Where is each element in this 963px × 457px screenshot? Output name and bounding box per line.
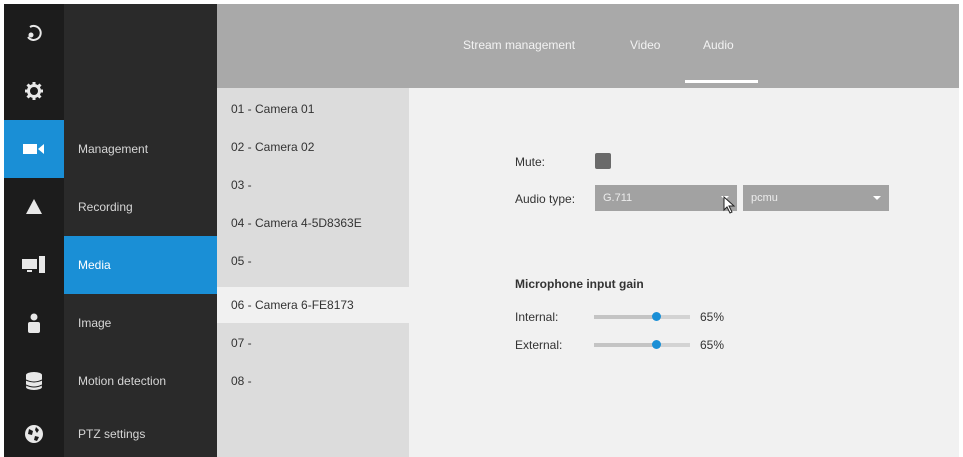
submenu-item-ptz-settings[interactable]: PTZ settings — [64, 410, 217, 457]
submenu-item-label: Image — [78, 316, 112, 330]
camera-item-selected[interactable]: 06 - Camera 6-FE8173 — [217, 287, 409, 323]
app-window: Management Recording Media Image Motion … — [4, 4, 959, 457]
encoding-select[interactable]: pcmu — [743, 185, 889, 211]
camera-item[interactable]: 02 - Camera 02 — [217, 132, 409, 162]
logout-icon — [24, 23, 44, 43]
rail-item-alerts[interactable] — [4, 178, 64, 236]
camera-item[interactable]: 07 - — [217, 328, 409, 358]
mouse-pointer-icon — [723, 195, 737, 219]
rail-item-user[interactable] — [4, 294, 64, 352]
network-globe-icon — [24, 424, 44, 444]
camera-item[interactable]: 08 - — [217, 366, 409, 396]
internal-gain-value: 65% — [700, 310, 725, 324]
camera-item-label: 07 - — [231, 336, 252, 350]
user-icon — [26, 313, 42, 333]
slider-fill — [594, 343, 656, 347]
rail-item-settings[interactable] — [4, 62, 64, 120]
rail-item-logout[interactable] — [4, 4, 64, 62]
tab-stream-management[interactable]: Stream management — [463, 38, 575, 52]
audio-type-label: Audio type: — [515, 192, 576, 206]
alert-icon — [25, 198, 43, 216]
slider-fill — [594, 315, 656, 319]
rail-item-storage[interactable] — [4, 352, 64, 410]
camera-item-label: 02 - Camera 02 — [231, 140, 315, 154]
active-tab-indicator — [685, 80, 758, 83]
codec-select[interactable]: G.711 — [595, 185, 737, 211]
camera-item[interactable]: 01 - Camera 01 — [217, 94, 409, 124]
submenu: Management Recording Media Image Motion … — [64, 4, 217, 457]
submenu-item-image[interactable]: Image — [64, 294, 217, 352]
mute-label: Mute: — [515, 155, 546, 169]
submenu-item-label: Recording — [78, 200, 133, 214]
camera-item-label: 03 - — [231, 178, 252, 192]
camera-item[interactable]: 03 - — [217, 170, 409, 200]
camera-item[interactable]: 05 - — [217, 246, 409, 276]
camera-item-label: 06 - Camera 6-FE8173 — [231, 298, 354, 312]
external-gain-value: 65% — [700, 338, 725, 352]
database-icon — [25, 371, 43, 391]
tab-audio[interactable]: Audio — [703, 38, 734, 52]
microphone-gain-title: Microphone input gain — [515, 277, 644, 291]
mute-checkbox[interactable] — [595, 153, 611, 169]
external-gain-label: External: — [515, 338, 563, 352]
encoding-select-value: pcmu — [751, 192, 778, 204]
camera-list: 01 - Camera 01 02 - Camera 02 03 - 04 - … — [217, 88, 409, 457]
camera-item-label: 04 - Camera 4-5D8363E — [231, 216, 362, 230]
submenu-item-management[interactable]: Management — [64, 120, 217, 178]
slider-knob[interactable] — [652, 312, 661, 321]
internal-gain-slider[interactable] — [594, 312, 690, 321]
submenu-item-label: Media — [78, 258, 111, 272]
submenu-item-label: PTZ settings — [78, 426, 146, 441]
gear-icon — [24, 81, 44, 101]
slider-knob[interactable] — [652, 340, 661, 349]
submenu-item-motion-detection[interactable]: Motion detection — [64, 352, 217, 410]
external-gain-slider[interactable] — [594, 340, 690, 349]
camera-item-label: 05 - — [231, 254, 252, 268]
audio-settings-panel: Mute: Audio type: G.711 pcmu Microphone … — [409, 88, 959, 457]
tab-video[interactable]: Video — [630, 38, 660, 52]
header-bar: Stream management Video Audio — [217, 4, 959, 88]
submenu-item-recording[interactable]: Recording — [64, 178, 217, 236]
camera-item-label: 01 - Camera 01 — [231, 102, 315, 116]
submenu-item-label: Management — [78, 142, 149, 156]
rail-item-camera[interactable] — [4, 120, 64, 178]
chevron-down-icon — [873, 196, 881, 200]
codec-select-value: G.711 — [603, 192, 633, 204]
internal-gain-label: Internal: — [515, 310, 559, 324]
monitor-icon — [22, 256, 46, 274]
rail-item-network[interactable] — [4, 410, 64, 457]
icon-rail — [4, 4, 64, 457]
camera-icon — [23, 142, 45, 156]
rail-item-display[interactable] — [4, 236, 64, 294]
submenu-item-media[interactable]: Media — [64, 236, 217, 294]
submenu-item-label: Motion detection — [78, 374, 167, 388]
camera-item[interactable]: 04 - Camera 4-5D8363E — [217, 208, 409, 238]
camera-item-label: 08 - — [231, 374, 252, 388]
